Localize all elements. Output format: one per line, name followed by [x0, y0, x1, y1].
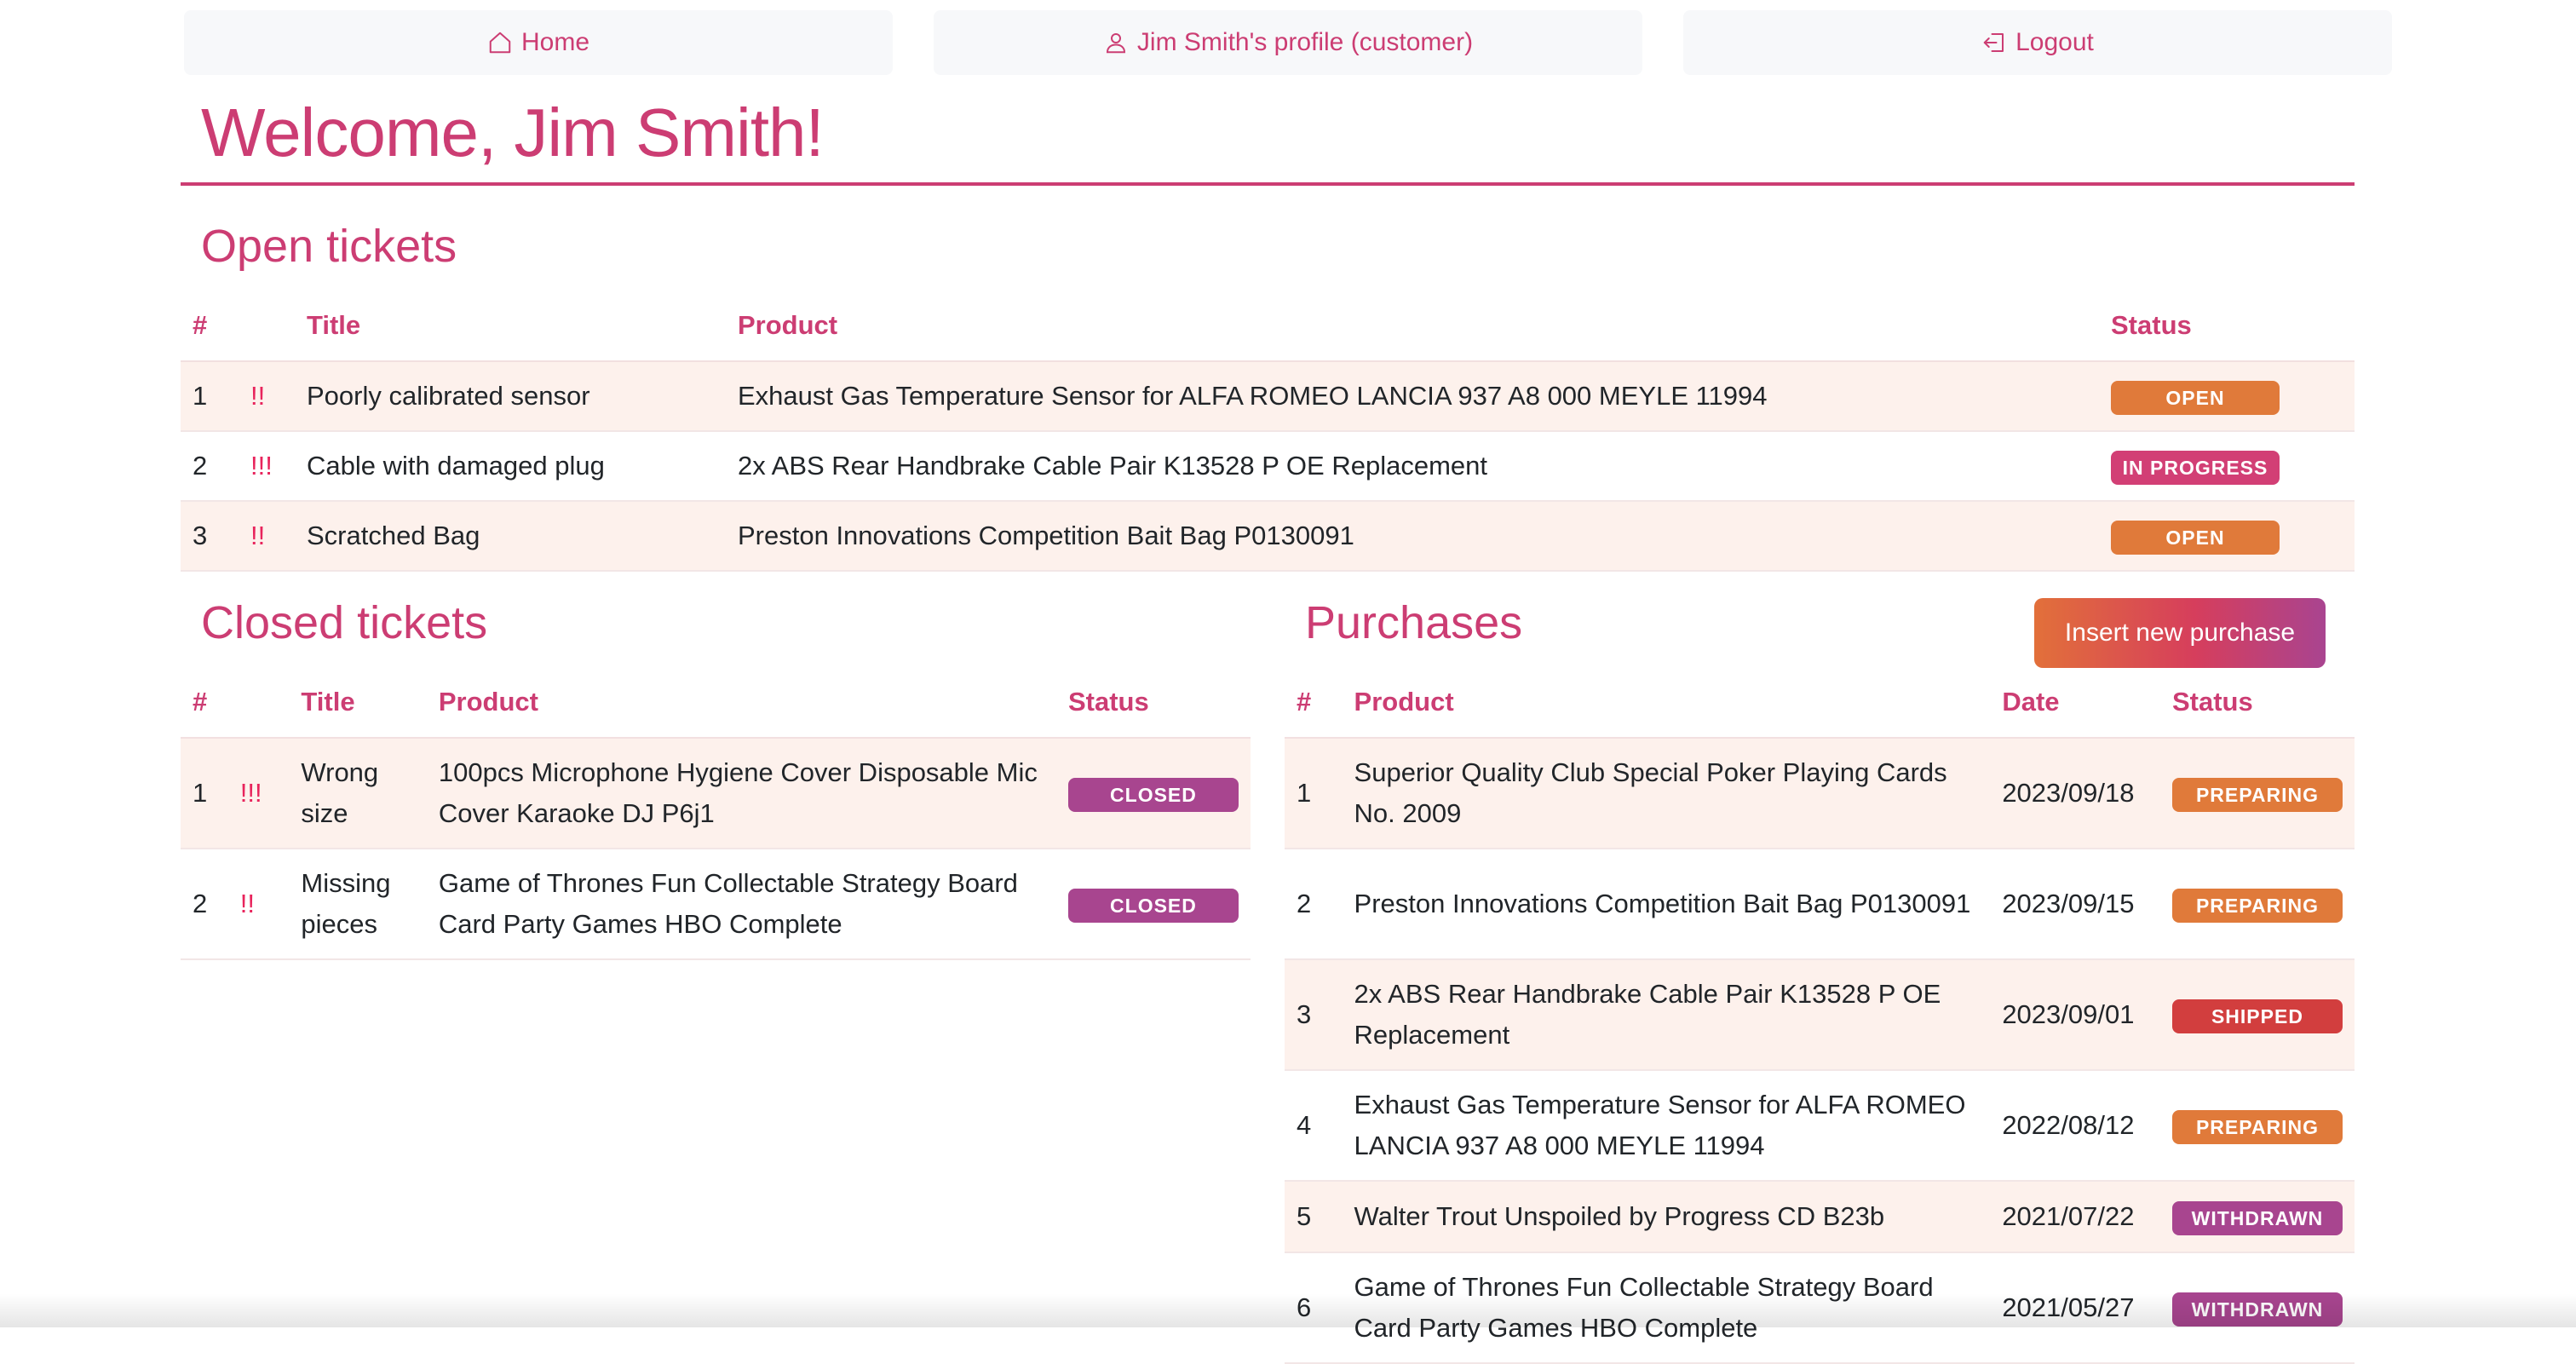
status-badge: PREPARING [2172, 889, 2343, 923]
table-row[interactable]: 2 Preston Innovations Competition Bait B… [1285, 849, 2355, 959]
ticket-number: 1 [181, 361, 239, 431]
table-row[interactable]: 2 !! Missing pieces Game of Thrones Fun … [181, 849, 1251, 959]
purchase-number: 4 [1285, 1070, 1343, 1181]
purchase-product: Preston Innovations Competition Bait Bag… [1343, 849, 1991, 959]
ticket-priority: !! [239, 501, 295, 571]
table-row[interactable]: 1 !!! Wrong size 100pcs Microphone Hygie… [181, 738, 1251, 849]
purchase-number: 3 [1285, 959, 1343, 1070]
table-row[interactable]: 2 !!! Cable with damaged plug 2x ABS Rea… [181, 431, 2355, 501]
col-header-title: Title [295, 290, 726, 361]
purchase-date: 2022/08/12 [1990, 1070, 2160, 1181]
table-row[interactable]: 4 Exhaust Gas Temperature Sensor for ALF… [1285, 1070, 2355, 1181]
open-tickets-table: # Title Product Status 1 !! Poorly calib… [181, 290, 2355, 572]
status-badge: PREPARING [2172, 778, 2343, 812]
table-row[interactable]: 1 !! Poorly calibrated sensor Exhaust Ga… [181, 361, 2355, 431]
nav-home-button[interactable]: Home [184, 10, 893, 75]
table-header-row: # Title Product Status [181, 666, 1251, 738]
col-header-date: Date [1990, 666, 2160, 738]
nav-home-label: Home [521, 28, 589, 57]
purchase-number: 1 [1285, 738, 1343, 849]
table-header-row: # Title Product Status [181, 290, 2355, 361]
ticket-priority: !! [239, 361, 295, 431]
logout-icon [1981, 30, 2007, 55]
purchase-product: 2x ABS Rear Handbrake Cable Pair K13528 … [1343, 959, 1991, 1070]
purchase-product: Game of Thrones Fun Collectable Strategy… [1343, 1252, 1991, 1363]
ticket-title: Poorly calibrated sensor [295, 361, 726, 431]
ticket-product: Game of Thrones Fun Collectable Strategy… [427, 849, 1056, 959]
ticket-number: 2 [181, 431, 239, 501]
col-header-product: Product [1343, 666, 1991, 738]
ticket-title: Cable with damaged plug [295, 431, 726, 501]
ticket-number: 1 [181, 738, 228, 849]
status-badge: OPEN [2111, 381, 2280, 415]
table-row[interactable]: 6 Game of Thrones Fun Collectable Strate… [1285, 1252, 2355, 1363]
ticket-priority: !!! [239, 431, 295, 501]
table-row[interactable]: 3 2x ABS Rear Handbrake Cable Pair K1352… [1285, 959, 2355, 1070]
purchase-product: Superior Quality Club Special Poker Play… [1343, 738, 1991, 849]
col-header-priority [239, 290, 295, 361]
table-header-row: # Product Date Status [1285, 666, 2355, 738]
nav-profile-label: Jim Smith's profile (customer) [1137, 28, 1473, 57]
col-header-product: Product [427, 666, 1056, 738]
ticket-product: 2x ABS Rear Handbrake Cable Pair K13528 … [726, 431, 2099, 501]
purchase-number: 5 [1285, 1181, 1343, 1252]
closed-tickets-title: Closed tickets [201, 596, 487, 649]
open-tickets-title: Open tickets [201, 220, 457, 273]
col-header-number: # [181, 666, 228, 738]
purchase-number: 2 [1285, 849, 1343, 959]
status-badge: CLOSED [1068, 889, 1239, 923]
purchases-table: # Product Date Status 1 Superior Quality… [1285, 666, 2355, 1364]
title-divider [181, 182, 2355, 186]
home-icon [487, 30, 513, 55]
ticket-priority: !! [228, 849, 290, 959]
status-badge: WITHDRAWN [2172, 1292, 2343, 1327]
purchase-date: 2023/09/01 [1990, 959, 2160, 1070]
purchase-product: Exhaust Gas Temperature Sensor for ALFA … [1343, 1070, 1991, 1181]
ticket-number: 3 [181, 501, 239, 571]
user-icon [1103, 30, 1129, 55]
purchase-date: 2021/05/27 [1990, 1252, 2160, 1363]
col-header-title: Title [289, 666, 426, 738]
status-badge: IN PROGRESS [2111, 451, 2280, 485]
status-badge: CLOSED [1068, 778, 1239, 812]
status-badge: OPEN [2111, 521, 2280, 555]
col-header-number: # [1285, 666, 1343, 738]
insert-new-purchase-button[interactable]: Insert new purchase [2034, 598, 2326, 668]
ticket-number: 2 [181, 849, 228, 959]
status-badge: PREPARING [2172, 1110, 2343, 1144]
ticket-product: Exhaust Gas Temperature Sensor for ALFA … [726, 361, 2099, 431]
col-header-status: Status [2160, 666, 2355, 738]
col-header-product: Product [726, 290, 2099, 361]
purchase-number: 6 [1285, 1252, 1343, 1363]
nav-logout-button[interactable]: Logout [1683, 10, 2392, 75]
purchase-date: 2021/07/22 [1990, 1181, 2160, 1252]
ticket-title: Scratched Bag [295, 501, 726, 571]
page-title: Welcome, Jim Smith! [201, 82, 824, 184]
ticket-priority: !!! [228, 738, 290, 849]
col-header-status: Status [2099, 290, 2355, 361]
ticket-title: Wrong size [289, 738, 426, 849]
closed-tickets-table: # Title Product Status 1 !!! Wrong size … [181, 666, 1251, 960]
purchase-date: 2023/09/15 [1990, 849, 2160, 959]
purchase-date: 2023/09/18 [1990, 738, 2160, 849]
purchases-title: Purchases [1305, 596, 1522, 649]
status-badge: WITHDRAWN [2172, 1201, 2343, 1235]
ticket-product: 100pcs Microphone Hygiene Cover Disposab… [427, 738, 1056, 849]
nav-logout-label: Logout [2015, 28, 2094, 57]
purchase-product: Walter Trout Unspoiled by Progress CD B2… [1343, 1181, 1991, 1252]
col-header-status: Status [1056, 666, 1251, 738]
table-row[interactable]: 5 Walter Trout Unspoiled by Progress CD … [1285, 1181, 2355, 1252]
table-row[interactable]: 3 !! Scratched Bag Preston Innovations C… [181, 501, 2355, 571]
ticket-title: Missing pieces [289, 849, 426, 959]
ticket-product: Preston Innovations Competition Bait Bag… [726, 501, 2099, 571]
col-header-number: # [181, 290, 239, 361]
nav-profile-button[interactable]: Jim Smith's profile (customer) [934, 10, 1642, 75]
table-row[interactable]: 1 Superior Quality Club Special Poker Pl… [1285, 738, 2355, 849]
status-badge: SHIPPED [2172, 999, 2343, 1033]
col-header-priority [228, 666, 290, 738]
